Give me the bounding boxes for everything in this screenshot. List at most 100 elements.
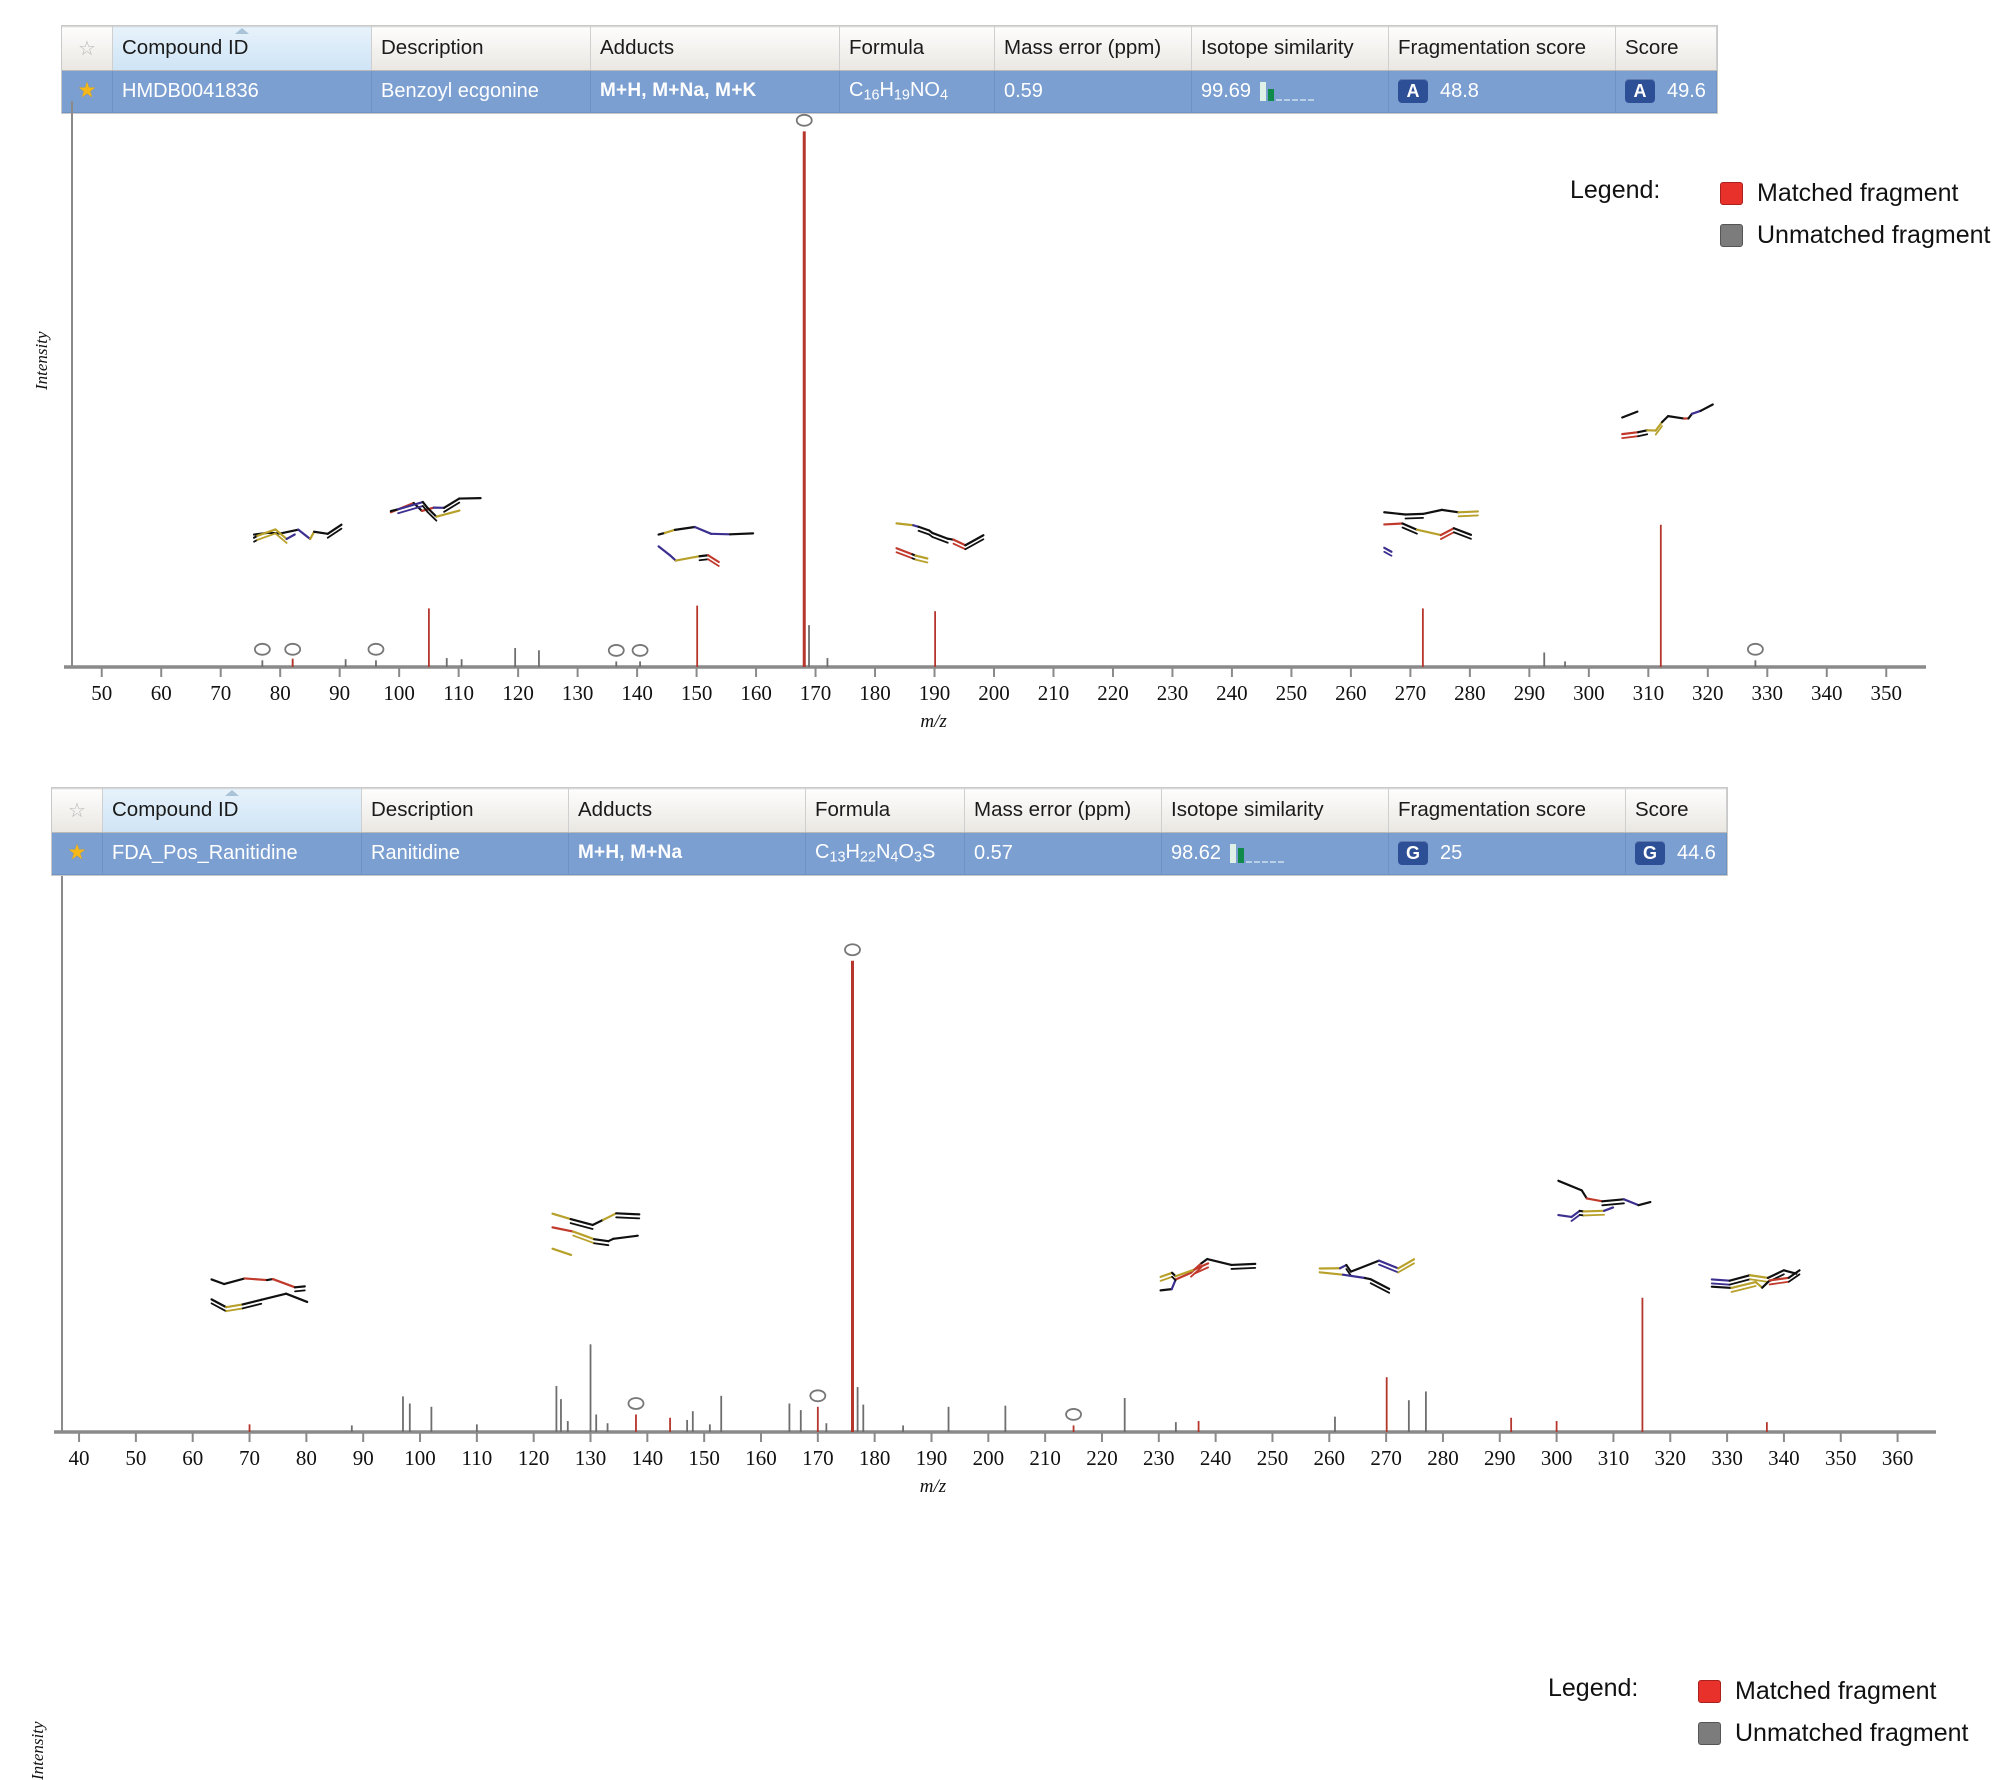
favorite-toggle[interactable]: ★ [52,833,103,875]
column-header-score[interactable]: Score [1626,789,1727,833]
fragmentation-score-value: 25 [1440,842,1462,865]
svg-text:240: 240 [1200,1446,1232,1470]
unmatched-fragment-swatch-icon [1720,224,1743,247]
column-header-label: Description [371,798,474,821]
column-header-description[interactable]: Description [372,27,591,71]
column-header-isotope-similarity[interactable]: Isotope similarity [1192,27,1389,71]
svg-text:160: 160 [740,681,772,705]
table-row[interactable]: ★ FDA_Pos_Ranitidine Ranitidine M+H, M+N… [52,833,1727,875]
sort-ascending-icon [225,790,239,796]
legend-item-label: Matched fragment [1757,179,1959,208]
svg-text:200: 200 [973,1446,1005,1470]
chart-legend: Legend: Matched fragment Unmatched fragm… [1570,172,1990,256]
column-header-label: Mass error (ppm) [974,798,1131,821]
svg-text:180: 180 [859,1446,891,1470]
svg-text:110: 110 [443,681,474,705]
legend-item-unmatched: Unmatched fragment [1720,214,1990,256]
column-header-label: Compound ID [122,36,248,59]
svg-text:230: 230 [1143,1446,1175,1470]
column-header-favorite[interactable]: ☆ [52,789,103,833]
svg-text:260: 260 [1314,1446,1346,1470]
column-header-score[interactable]: Score [1616,27,1717,71]
svg-text:150: 150 [681,681,713,705]
column-header-label: Adducts [600,36,674,59]
svg-text:140: 140 [632,1446,664,1470]
legend-item-matched: Matched fragment [1720,172,1990,214]
legend-item-label: Matched fragment [1735,1677,1937,1706]
cell-description: Ranitidine [362,833,569,875]
svg-text:50: 50 [91,681,112,705]
column-header-label: Fragmentation score [1398,36,1586,59]
svg-text:210: 210 [1038,681,1070,705]
svg-text:350: 350 [1871,681,1903,705]
column-header-label: Adducts [578,798,652,821]
svg-text:320: 320 [1655,1446,1687,1470]
svg-text:190: 190 [919,681,951,705]
svg-text:150: 150 [688,1446,720,1470]
column-header-label: Score [1625,36,1679,59]
svg-text:360: 360 [1882,1446,1914,1470]
spectrum-svg: 4050607080901001101201301401501601701801… [40,870,1940,1510]
column-header-formula[interactable]: Formula [806,789,965,833]
svg-text:210: 210 [1029,1446,1061,1470]
svg-text:140: 140 [621,681,653,705]
table-header-row: ☆ Compound ID Description Adducts Formul… [62,27,1717,71]
svg-text:290: 290 [1514,681,1546,705]
svg-text:40: 40 [69,1446,90,1470]
column-header-formula[interactable]: Formula [840,27,995,71]
fragment-structure-237 [1161,1259,1256,1290]
column-header-label: Score [1635,798,1689,821]
fragment-structure-150 [659,527,753,566]
star-outline-icon: ☆ [68,800,86,822]
y-axis-label: Intensity [32,331,52,390]
svg-text:50: 50 [125,1446,146,1470]
y-axis-label: Intensity [28,1721,48,1780]
svg-text:260: 260 [1335,681,1367,705]
column-header-favorite[interactable]: ☆ [62,27,113,71]
svg-text:120: 120 [518,1446,550,1470]
star-filled-icon: ★ [68,841,87,864]
column-header-isotope-similarity[interactable]: Isotope similarity [1162,789,1389,833]
fragment-structure-307 [1558,1181,1650,1221]
legend-title: Legend: [1548,1674,1638,1703]
column-header-compound-id[interactable]: Compound ID [113,27,372,71]
legend-item-label: Unmatched fragment [1757,221,1990,250]
fragment-structure-130 [553,1213,640,1255]
svg-text:350: 350 [1825,1446,1857,1470]
legend-item-unmatched: Unmatched fragment [1698,1712,1968,1754]
result-panel-ranitidine: ☆ Compound ID Description Adducts Formul… [0,770,2000,1535]
cell-formula: C13H22N4O3S [806,833,965,875]
column-header-label: Compound ID [112,798,238,821]
fragment-structure-265 [1320,1259,1414,1293]
column-header-mass-error[interactable]: Mass error (ppm) [965,789,1162,833]
svg-text:220: 220 [1086,1446,1118,1470]
svg-text:330: 330 [1752,681,1784,705]
compound-result-table[interactable]: ☆ Compound ID Description Adducts Formul… [52,788,1727,875]
column-header-adducts[interactable]: Adducts [569,789,806,833]
column-header-adducts[interactable]: Adducts [591,27,840,71]
matched-fragment-swatch-icon [1720,182,1743,205]
svg-text:110: 110 [461,1446,492,1470]
column-header-description[interactable]: Description [362,789,569,833]
table-header-row: ☆ Compound ID Description Adducts Formul… [52,789,1727,833]
column-header-mass-error[interactable]: Mass error (ppm) [995,27,1192,71]
fragmentation-grade-badge: G [1398,841,1428,865]
svg-text:m/z: m/z [920,711,947,732]
fragment-structure-272 [1384,510,1478,556]
column-header-fragmentation-score[interactable]: Fragmentation score [1389,27,1616,71]
cell-compound-id: FDA_Pos_Ranitidine [103,833,362,875]
cell-adducts: M+H, M+Na [569,833,806,875]
fragment-structure-334 [1712,1270,1800,1292]
svg-text:70: 70 [210,681,231,705]
cell-mass-error: 0.57 [965,833,1162,875]
svg-text:90: 90 [329,681,350,705]
mass-spectrum-plot-ranitidine[interactable]: 4050607080901001101201301401501601701801… [40,870,1940,1510]
column-header-fragmentation-score[interactable]: Fragmentation score [1389,789,1626,833]
fragment-structure-190 [897,523,984,562]
svg-text:290: 290 [1484,1446,1516,1470]
column-header-compound-id[interactable]: Compound ID [103,789,362,833]
svg-text:190: 190 [916,1446,948,1470]
svg-text:170: 170 [802,1446,834,1470]
svg-text:100: 100 [383,681,415,705]
svg-text:80: 80 [296,1446,317,1470]
